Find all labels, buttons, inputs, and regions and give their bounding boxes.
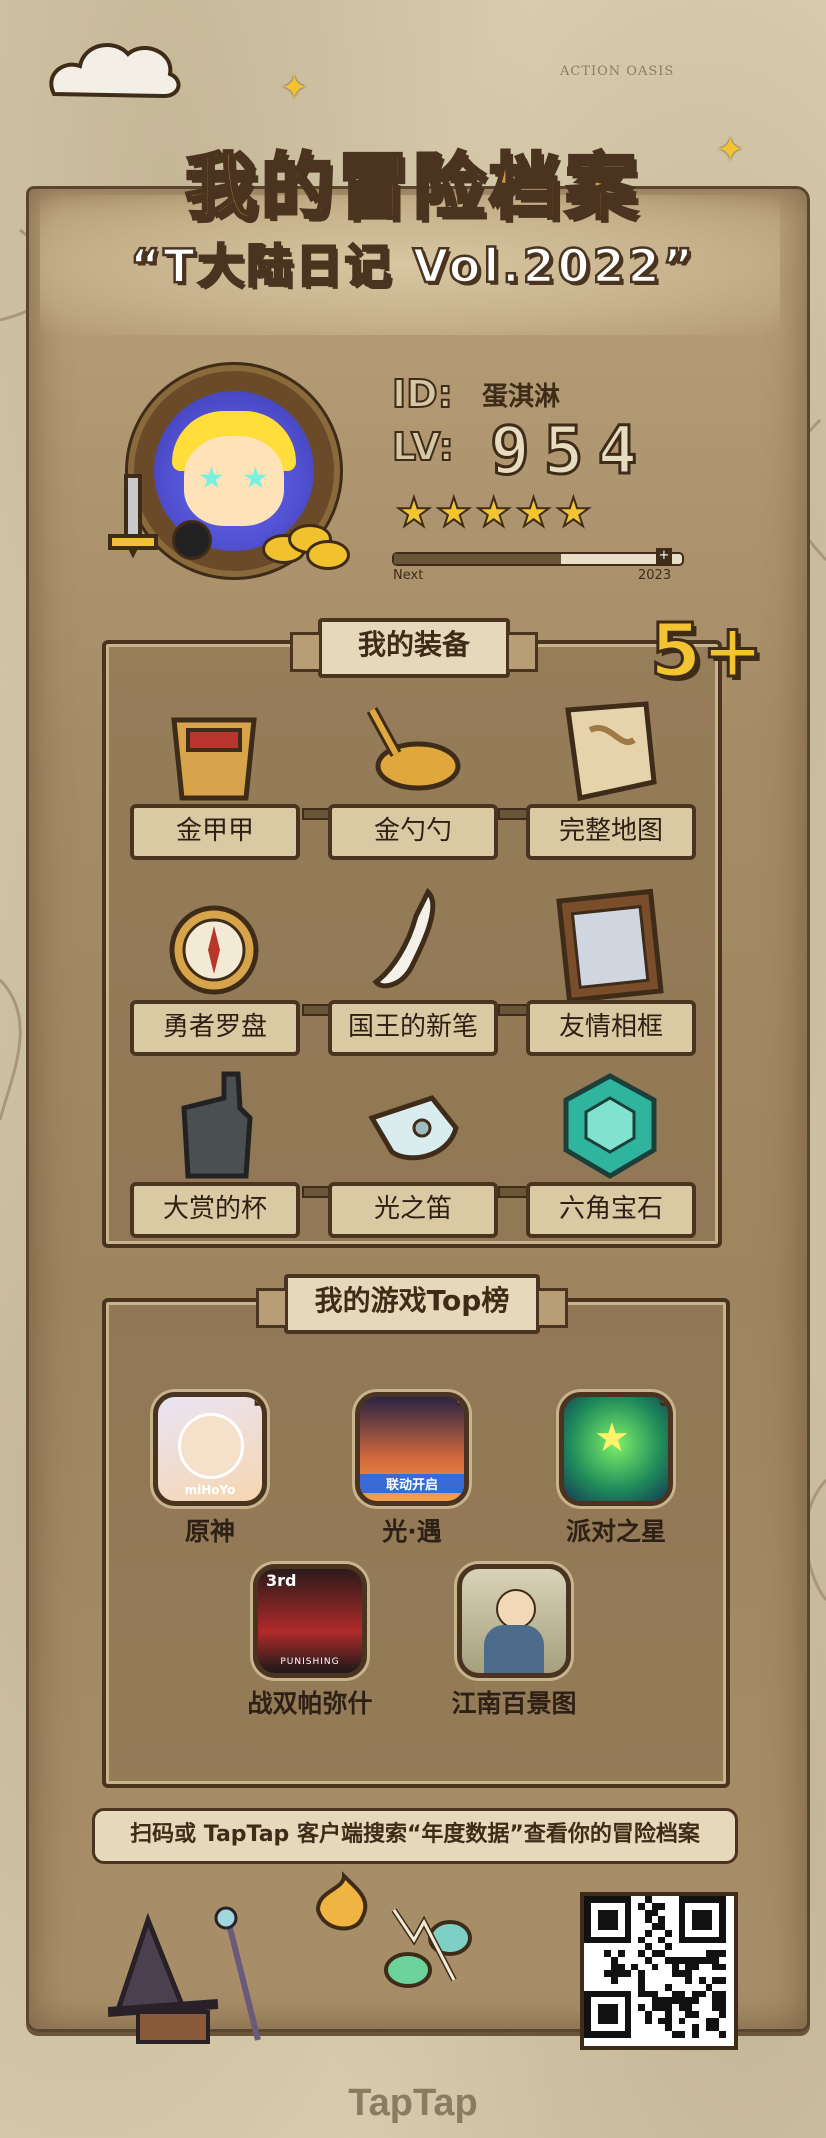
game-icon-text: 联动开启: [360, 1474, 464, 1493]
star-eye-icon: ★: [198, 461, 225, 496]
star-icon: ★: [435, 489, 473, 537]
progress-start-label: Next: [393, 568, 424, 583]
equipment-item[interactable]: 勇者罗盘: [124, 886, 304, 1066]
sparkle-icon: ✦: [280, 68, 309, 108]
star-icon: ★: [594, 1415, 630, 1461]
crown-icon: ♛: [654, 1397, 668, 1413]
id-label: ID:: [391, 371, 454, 417]
star-icon: ★: [554, 489, 592, 537]
id-value: 蛋淇淋: [482, 382, 561, 412]
progress-end-label: 2023: [638, 568, 672, 583]
game-icon-text: PUNISHING: [280, 1657, 340, 1667]
top-games-title: 我的游戏Top榜: [256, 1274, 568, 1334]
level-badge: 5+: [649, 607, 765, 696]
equipment-label: 勇者罗盘: [130, 1000, 300, 1056]
progress-bar: [392, 552, 684, 566]
frame-icon: [556, 888, 664, 1004]
game-item[interactable]: 3rd PUNISHING 战双帕弥什: [240, 1564, 380, 1720]
game-name: 江南百景图: [451, 1689, 577, 1718]
sword-icon: [108, 474, 158, 559]
game-icon-party-star: ★ ♛: [559, 1392, 673, 1506]
equipment-label: 友情相框: [526, 1000, 696, 1056]
game-icon-genshin: miHoYo ♛: [153, 1392, 267, 1506]
crown-icon: ♛: [450, 1397, 464, 1413]
star-icon: ★: [515, 489, 553, 537]
plus-icon: +: [656, 548, 672, 564]
map-icon: [565, 701, 657, 802]
equipment-label: 金勺勺: [328, 804, 498, 860]
equipment-item[interactable]: 大赏的杯: [124, 1068, 304, 1248]
armor-icon: [171, 717, 257, 801]
whistle-icon: [368, 1095, 459, 1161]
wizard-icon: [108, 1906, 261, 2044]
equipment-label: 国王的新笔: [328, 1000, 498, 1056]
equipment-label: 大赏的杯: [130, 1182, 300, 1238]
game-name: 光·遇: [382, 1517, 442, 1546]
star-eye-icon: ★: [242, 461, 269, 496]
gem-icon: [563, 1073, 657, 1179]
crown-icon: ♛: [248, 1397, 262, 1413]
equipment-item[interactable]: 金勺勺: [322, 690, 502, 870]
spoon-icon: [366, 707, 461, 791]
game-name: 战双帕弥什: [247, 1689, 373, 1718]
coins-icon: [262, 520, 350, 570]
cloud-icon: [49, 43, 181, 99]
equipment-item[interactable]: 友情相框: [520, 886, 700, 1066]
compass-icon: [169, 905, 259, 995]
game-name: 原神: [184, 1517, 235, 1546]
star-rating: ★ ★ ★ ★ ★: [395, 489, 595, 537]
equipment-label: 六角宝石: [526, 1182, 696, 1238]
star-icon: ★: [475, 489, 513, 537]
bomb-icon: [172, 520, 212, 560]
equipment-label: 完整地图: [526, 804, 696, 860]
equipment-item[interactable]: 国王的新笔: [322, 886, 502, 1066]
equipment-label: 金甲甲: [130, 804, 300, 860]
game-icon-sky: 联动开启 ♛: [355, 1392, 469, 1506]
slimes-icon: [315, 1871, 472, 1988]
game-icon-text: 3rd: [266, 1571, 297, 1590]
game-icon-pgr: 3rd PUNISHING: [253, 1564, 367, 1678]
page-title: 我的冒险档案: [183, 144, 641, 231]
game-icon-jiangnan: [457, 1564, 571, 1678]
equipment-title: 我的装备: [290, 618, 538, 678]
qr-code[interactable]: [580, 1892, 738, 2050]
game-item[interactable]: miHoYo ♛ 原神: [140, 1392, 280, 1548]
equipment-item[interactable]: 六角宝石: [520, 1068, 700, 1248]
equipment-item[interactable]: 金甲甲: [124, 690, 304, 870]
equipment-item[interactable]: 完整地图: [520, 690, 700, 870]
game-item[interactable]: 江南百景图: [444, 1564, 584, 1720]
equipment-item[interactable]: 光之笛: [322, 1068, 502, 1248]
taptap-logo: TapTap: [348, 2082, 478, 2124]
equipment-label: 光之笛: [328, 1182, 498, 1238]
level-label: LV:: [391, 424, 455, 470]
page-subtitle: “T大陆日记 Vol.2022”: [129, 238, 696, 295]
game-name: 派对之星: [565, 1517, 666, 1546]
pen-icon: [372, 887, 436, 989]
game-item[interactable]: ★ ♛ 派对之星: [546, 1392, 686, 1548]
star-icon: ★: [395, 489, 433, 537]
level-value: 954: [488, 411, 652, 491]
glove-icon: [181, 1071, 253, 1179]
progress-fill: [394, 554, 562, 564]
game-item[interactable]: 联动开启 ♛ 光·遇: [342, 1392, 482, 1548]
game-icon-text: miHoYo: [184, 1483, 236, 1497]
search-hint: 扫码或 TapTap 客户端搜索“年度数据”查看你的冒险档案: [92, 1808, 738, 1864]
